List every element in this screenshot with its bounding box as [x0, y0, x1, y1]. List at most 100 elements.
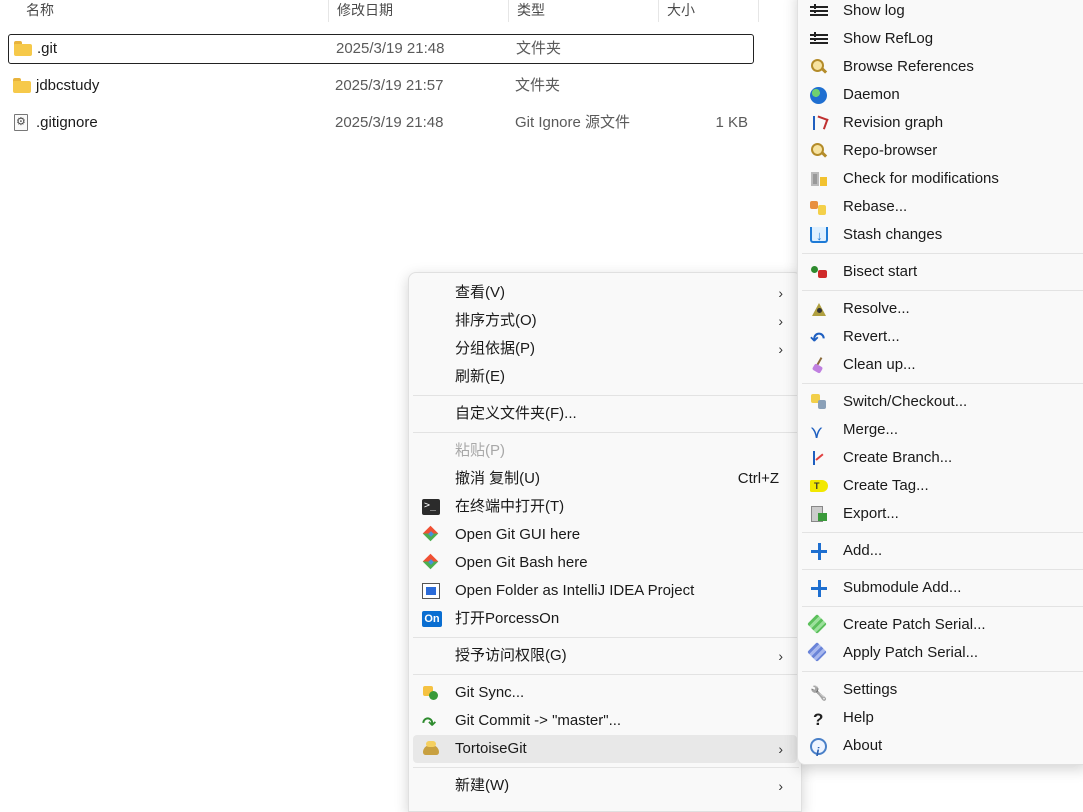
menu-item-open-git-gui[interactable]: Open Git GUI here — [413, 521, 797, 549]
submenu-item-resolve[interactable]: Resolve... — [802, 295, 1083, 323]
menu-item-group-by[interactable]: 分组依据(P) › — [413, 335, 797, 363]
show-log-icon — [810, 3, 828, 19]
chevron-right-icon: › — [778, 285, 783, 301]
settings-file-icon — [14, 114, 28, 131]
menu-separator — [413, 395, 799, 396]
menu-item-git-commit[interactable]: Git Commit -> "master"... — [413, 707, 797, 738]
file-date: 2025/3/19 21:48 — [336, 40, 445, 57]
revert-icon — [810, 325, 828, 353]
menu-separator — [413, 767, 799, 768]
submenu-item-revision-graph[interactable]: Revision graph — [802, 109, 1083, 137]
tortoisegit-submenu: Show log Show RefLog Browse References D… — [797, 0, 1083, 766]
resolve-icon — [810, 301, 828, 317]
submenu-item-bisect-start[interactable]: Bisect start — [802, 258, 1083, 286]
column-header-name[interactable]: 名称 — [18, 0, 329, 22]
file-list-header: 名称 修改日期 类型 大小 — [0, 0, 760, 26]
create-branch-icon — [810, 450, 828, 466]
git-icon — [422, 527, 440, 543]
menu-item-open-processon[interactable]: On 打开PorcessOn — [413, 605, 797, 633]
submenu-item-switch-checkout[interactable]: Switch/Checkout... — [802, 388, 1083, 416]
intellij-icon — [422, 583, 440, 599]
switch-checkout-icon — [810, 394, 828, 410]
menu-separator — [413, 674, 799, 675]
settings-wrench-icon — [810, 682, 828, 698]
file-name: .git — [37, 40, 58, 57]
chevron-right-icon: › — [778, 313, 783, 329]
column-header-type[interactable]: 类型 — [509, 0, 659, 22]
export-icon — [810, 506, 828, 522]
context-menu: 查看(V) › 排序方式(O) › 分组依据(P) › 刷新(E) 自定义文件夹… — [408, 272, 802, 812]
submenu-item-create-branch[interactable]: Create Branch... — [802, 444, 1083, 472]
submenu-item-settings[interactable]: Settings — [802, 676, 1083, 704]
submenu-item-merge[interactable]: Merge... — [802, 416, 1083, 446]
menu-item-open-git-bash[interactable]: Open Git Bash here — [413, 549, 797, 577]
about-info-icon — [810, 738, 827, 766]
submenu-item-stash-changes[interactable]: Stash changes — [802, 221, 1083, 250]
create-patch-icon — [807, 614, 827, 634]
menu-item-git-sync[interactable]: Git Sync... — [413, 679, 797, 707]
menu-item-view[interactable]: 查看(V) › — [413, 279, 797, 307]
menu-item-undo-copy[interactable]: 撤消 复制(U) Ctrl+Z — [413, 465, 797, 493]
menu-item-sort-by[interactable]: 排序方式(O) › — [413, 307, 797, 335]
folder-icon — [13, 78, 31, 93]
submenu-item-export[interactable]: Export... — [802, 500, 1083, 528]
file-type: Git Ignore 源文件 — [515, 114, 631, 131]
submenu-item-add[interactable]: Add... — [802, 537, 1083, 565]
chevron-right-icon: › — [778, 778, 783, 794]
file-row-gitignore[interactable]: .gitignore 2025/3/19 21:48 Git Ignore 源文… — [8, 109, 754, 139]
submenu-item-browse-references[interactable]: Browse References — [802, 53, 1083, 81]
submenu-item-show-log[interactable]: Show log — [802, 0, 1083, 25]
menu-item-refresh[interactable]: 刷新(E) — [413, 363, 797, 391]
git-sync-icon — [422, 685, 440, 701]
submenu-item-revert[interactable]: Revert... — [802, 323, 1083, 353]
file-row-git[interactable]: .git 2025/3/19 21:48 文件夹 — [8, 34, 754, 64]
menu-separator — [802, 671, 1083, 672]
menu-item-customize-folder[interactable]: 自定义文件夹(F)... — [413, 400, 797, 428]
submenu-item-show-reflog[interactable]: Show RefLog — [802, 25, 1083, 53]
file-date: 2025/3/19 21:57 — [335, 77, 444, 94]
file-row-jdbcstudy[interactable]: jdbcstudy 2025/3/19 21:57 文件夹 — [8, 72, 754, 102]
menu-item-open-intellij[interactable]: Open Folder as IntelliJ IDEA Project — [413, 577, 797, 605]
apply-patch-icon — [807, 642, 827, 662]
file-size — [668, 72, 748, 100]
file-date: 2025/3/19 21:48 — [335, 114, 444, 131]
submenu-item-apply-patch-serial[interactable]: Apply Patch Serial... — [802, 639, 1083, 667]
bisect-icon — [810, 264, 828, 280]
show-reflog-icon — [810, 31, 828, 47]
submenu-item-rebase[interactable]: Rebase... — [802, 193, 1083, 221]
submenu-item-submodule-add[interactable]: Submodule Add... — [802, 574, 1083, 602]
chevron-right-icon: › — [778, 648, 783, 664]
submenu-item-create-tag[interactable]: Create Tag... — [802, 472, 1083, 500]
folder-icon — [14, 41, 32, 56]
check-modifications-icon — [810, 171, 828, 187]
processon-icon: On — [422, 611, 442, 627]
tortoisegit-icon — [422, 741, 440, 757]
merge-icon — [810, 418, 828, 446]
menu-separator — [413, 432, 799, 433]
submenu-item-clean-up[interactable]: Clean up... — [802, 351, 1083, 379]
submenu-item-daemon[interactable]: Daemon — [802, 81, 1083, 109]
rebase-icon — [810, 199, 828, 215]
column-header-size[interactable]: 大小 — [659, 0, 759, 22]
submenu-item-create-patch-serial[interactable]: Create Patch Serial... — [802, 611, 1083, 639]
menu-separator — [802, 606, 1083, 607]
menu-item-new[interactable]: 新建(W) › — [413, 772, 797, 800]
menu-separator — [802, 290, 1083, 291]
file-name: .gitignore — [36, 114, 98, 131]
file-size: 1 KB — [715, 114, 748, 131]
menu-separator — [413, 637, 799, 638]
submenu-item-about[interactable]: About — [802, 732, 1083, 766]
submenu-item-check-modifications[interactable]: Check for modifications — [802, 165, 1083, 193]
menu-item-paste: 粘贴(P) — [455, 442, 505, 459]
cleanup-broom-icon — [810, 357, 828, 373]
file-type: 文件夹 — [516, 40, 562, 57]
menu-item-tortoisegit[interactable]: TortoiseGit › — [413, 735, 797, 763]
submenu-item-help[interactable]: Help — [802, 704, 1083, 734]
shortcut-label: Ctrl+Z — [737, 470, 779, 487]
file-type: 文件夹 — [515, 77, 561, 94]
menu-item-open-in-terminal[interactable]: 在终端中打开(T) — [413, 493, 797, 521]
file-name: jdbcstudy — [36, 77, 100, 94]
submenu-item-repo-browser[interactable]: Repo-browser — [802, 137, 1083, 165]
column-header-date-modified[interactable]: 修改日期 — [329, 0, 509, 22]
menu-item-grant-access[interactable]: 授予访问权限(G) › — [413, 642, 797, 670]
